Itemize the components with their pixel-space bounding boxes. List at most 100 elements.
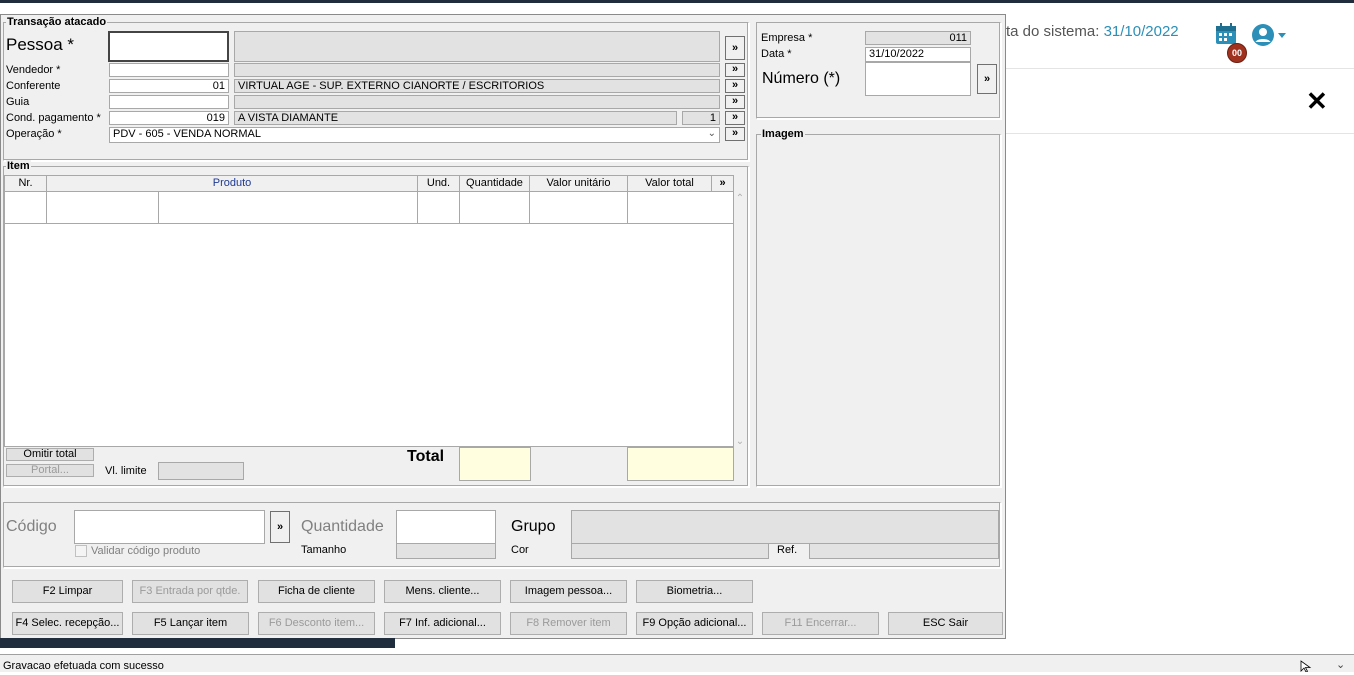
mens-cliente-button[interactable]: Mens. cliente... bbox=[384, 580, 501, 603]
tamanho-label: Tamanho bbox=[301, 544, 347, 556]
f9-opcao-adicional-button[interactable]: F9 Opção adicional... bbox=[636, 612, 753, 635]
numero-input[interactable] bbox=[865, 62, 971, 96]
vl-limite-label: Vl. limite bbox=[105, 465, 147, 477]
biometria-button[interactable]: Biometria... bbox=[636, 580, 753, 603]
grid-scrollbar[interactable]: ⌃ ⌄ bbox=[734, 191, 746, 447]
close-icon[interactable]: ✕ bbox=[1306, 86, 1328, 117]
cor-label: Cor bbox=[511, 544, 529, 556]
chevron-down-icon[interactable]: ⌄ bbox=[1336, 658, 1345, 671]
vendedor-name-field bbox=[234, 63, 720, 77]
conferente-code-input[interactable]: 01 bbox=[109, 79, 229, 93]
quantidade-input[interactable] bbox=[396, 510, 496, 544]
ref-field bbox=[809, 543, 999, 559]
imagem-pessoa-button[interactable]: Imagem pessoa... bbox=[510, 580, 627, 603]
pessoa-lookup-button[interactable]: » bbox=[725, 36, 745, 60]
col-valor-unitario[interactable]: Valor unitário bbox=[530, 176, 628, 192]
guia-name-field bbox=[234, 95, 720, 109]
grid-cell[interactable] bbox=[460, 192, 530, 224]
cond-pagamento-label: Cond. pagamento * bbox=[6, 112, 101, 124]
scroll-up-icon[interactable]: ⌃ bbox=[734, 191, 746, 204]
portal-button: Portal... bbox=[6, 464, 94, 477]
data-input[interactable]: 31/10/2022 bbox=[865, 47, 971, 62]
numero-lookup-button[interactable]: » bbox=[977, 64, 997, 94]
chevron-down-icon: ⌄ bbox=[707, 128, 716, 139]
status-bar bbox=[0, 654, 1354, 672]
transacao-atacado-dialog: Transação atacado Pessoa * » Vendedor * … bbox=[0, 14, 1006, 639]
grid-more-button[interactable]: » bbox=[712, 176, 734, 192]
conferente-lookup-button[interactable]: » bbox=[725, 79, 745, 93]
grid-cell[interactable] bbox=[5, 192, 47, 224]
col-und[interactable]: Und. bbox=[418, 176, 460, 192]
system-date: ta do sistema: 31/10/2022 bbox=[1006, 23, 1179, 40]
item-group-title: Item bbox=[6, 160, 31, 172]
grid-cell[interactable] bbox=[628, 192, 734, 224]
vendedor-lookup-button[interactable]: » bbox=[725, 63, 745, 77]
conferente-name-field: VIRTUAL AGE - SUP. EXTERNO CIANORTE / ES… bbox=[234, 79, 720, 93]
status-text: Gravacao efetuada com sucesso bbox=[3, 660, 164, 672]
imagem-group-title: Imagem bbox=[761, 128, 805, 140]
empresa-field: 011 bbox=[865, 31, 971, 45]
grid-cell[interactable] bbox=[47, 192, 159, 224]
chevron-down-icon[interactable] bbox=[1278, 33, 1286, 38]
omitir-total-button[interactable]: Omitir total bbox=[6, 448, 94, 461]
operacao-label: Operação * bbox=[6, 128, 62, 140]
total-label: Total bbox=[407, 448, 445, 465]
cond-pagamento-name-field: A VISTA DIAMANTE bbox=[234, 111, 677, 125]
f11-encerrar-button: F11 Encerrar... bbox=[762, 612, 879, 635]
quantidade-label: Quantidade bbox=[301, 518, 384, 535]
total-valor-field bbox=[627, 447, 734, 481]
esc-sair-button[interactable]: ESC Sair bbox=[888, 612, 1003, 635]
f3-entrada-qtde-button: F3 Entrada por qtde. bbox=[132, 580, 248, 603]
grid-cell[interactable] bbox=[418, 192, 460, 224]
guia-code-input[interactable] bbox=[109, 95, 229, 109]
vendedor-code-input[interactable] bbox=[109, 63, 229, 77]
pessoa-name-field bbox=[234, 31, 720, 62]
system-date-value: 31/10/2022 bbox=[1103, 23, 1179, 40]
numero-label: Número (*) bbox=[762, 70, 841, 87]
pessoa-input[interactable] bbox=[108, 31, 229, 62]
f7-inf-adicional-button[interactable]: F7 Inf. adicional... bbox=[384, 612, 501, 635]
cond-pagamento-parcelas: 1 bbox=[682, 111, 720, 125]
grupo-label: Grupo bbox=[511, 518, 556, 535]
items-grid[interactable]: Nr. Produto Und. Quantidade Valor unitár… bbox=[4, 175, 734, 447]
tamanho-field bbox=[396, 543, 496, 559]
col-quantidade[interactable]: Quantidade bbox=[460, 176, 530, 192]
guia-lookup-button[interactable]: » bbox=[725, 95, 745, 109]
validar-codigo-checkbox[interactable] bbox=[75, 545, 87, 557]
operacao-select[interactable]: PDV - 605 - VENDA NORMAL ⌄ bbox=[109, 127, 720, 143]
cond-pagamento-code-input[interactable]: 019 bbox=[109, 111, 229, 125]
ref-label: Ref. bbox=[777, 544, 798, 556]
operacao-lookup-button[interactable]: » bbox=[725, 127, 745, 141]
col-nr[interactable]: Nr. bbox=[5, 176, 47, 192]
grupo-field bbox=[571, 510, 999, 544]
mouse-cursor-icon bbox=[1300, 660, 1312, 673]
imagem-group bbox=[756, 134, 1001, 487]
col-produto[interactable]: Produto bbox=[47, 176, 418, 192]
codigo-input[interactable] bbox=[74, 510, 265, 544]
f4-selec-recepcao-button[interactable]: F4 Selec. recepção... bbox=[12, 612, 123, 635]
scroll-down-icon[interactable]: ⌄ bbox=[734, 436, 746, 447]
grid-cell[interactable] bbox=[159, 192, 418, 224]
total-quantidade-field bbox=[459, 447, 531, 481]
cond-pagamento-lookup-button[interactable]: » bbox=[725, 111, 745, 125]
f6-desconto-item-button: F6 Desconto item... bbox=[258, 612, 375, 635]
transacao-group-title: Transação atacado bbox=[6, 16, 108, 28]
vendedor-label: Vendedor * bbox=[6, 64, 61, 76]
pessoa-label: Pessoa * bbox=[6, 35, 75, 54]
validar-codigo-label: Validar código produto bbox=[91, 545, 201, 557]
web-subheader bbox=[1006, 69, 1354, 134]
f2-limpar-button[interactable]: F2 Limpar bbox=[12, 580, 123, 603]
col-valor-total[interactable]: Valor total bbox=[628, 176, 712, 192]
grid-cell[interactable] bbox=[530, 192, 628, 224]
codigo-lookup-button[interactable]: » bbox=[270, 511, 290, 543]
cor-field bbox=[571, 543, 769, 559]
guia-label: Guia bbox=[6, 96, 30, 108]
vl-limite-field bbox=[158, 462, 244, 480]
progress-bar bbox=[0, 638, 395, 648]
ficha-cliente-button[interactable]: Ficha de cliente bbox=[258, 580, 375, 603]
codigo-label: Código bbox=[6, 518, 57, 535]
user-avatar-icon[interactable] bbox=[1251, 23, 1275, 47]
f8-remover-item-button: F8 Remover item bbox=[510, 612, 627, 635]
f5-lancar-item-button[interactable]: F5 Lançar item bbox=[132, 612, 249, 635]
empresa-label: Empresa * bbox=[761, 32, 813, 44]
